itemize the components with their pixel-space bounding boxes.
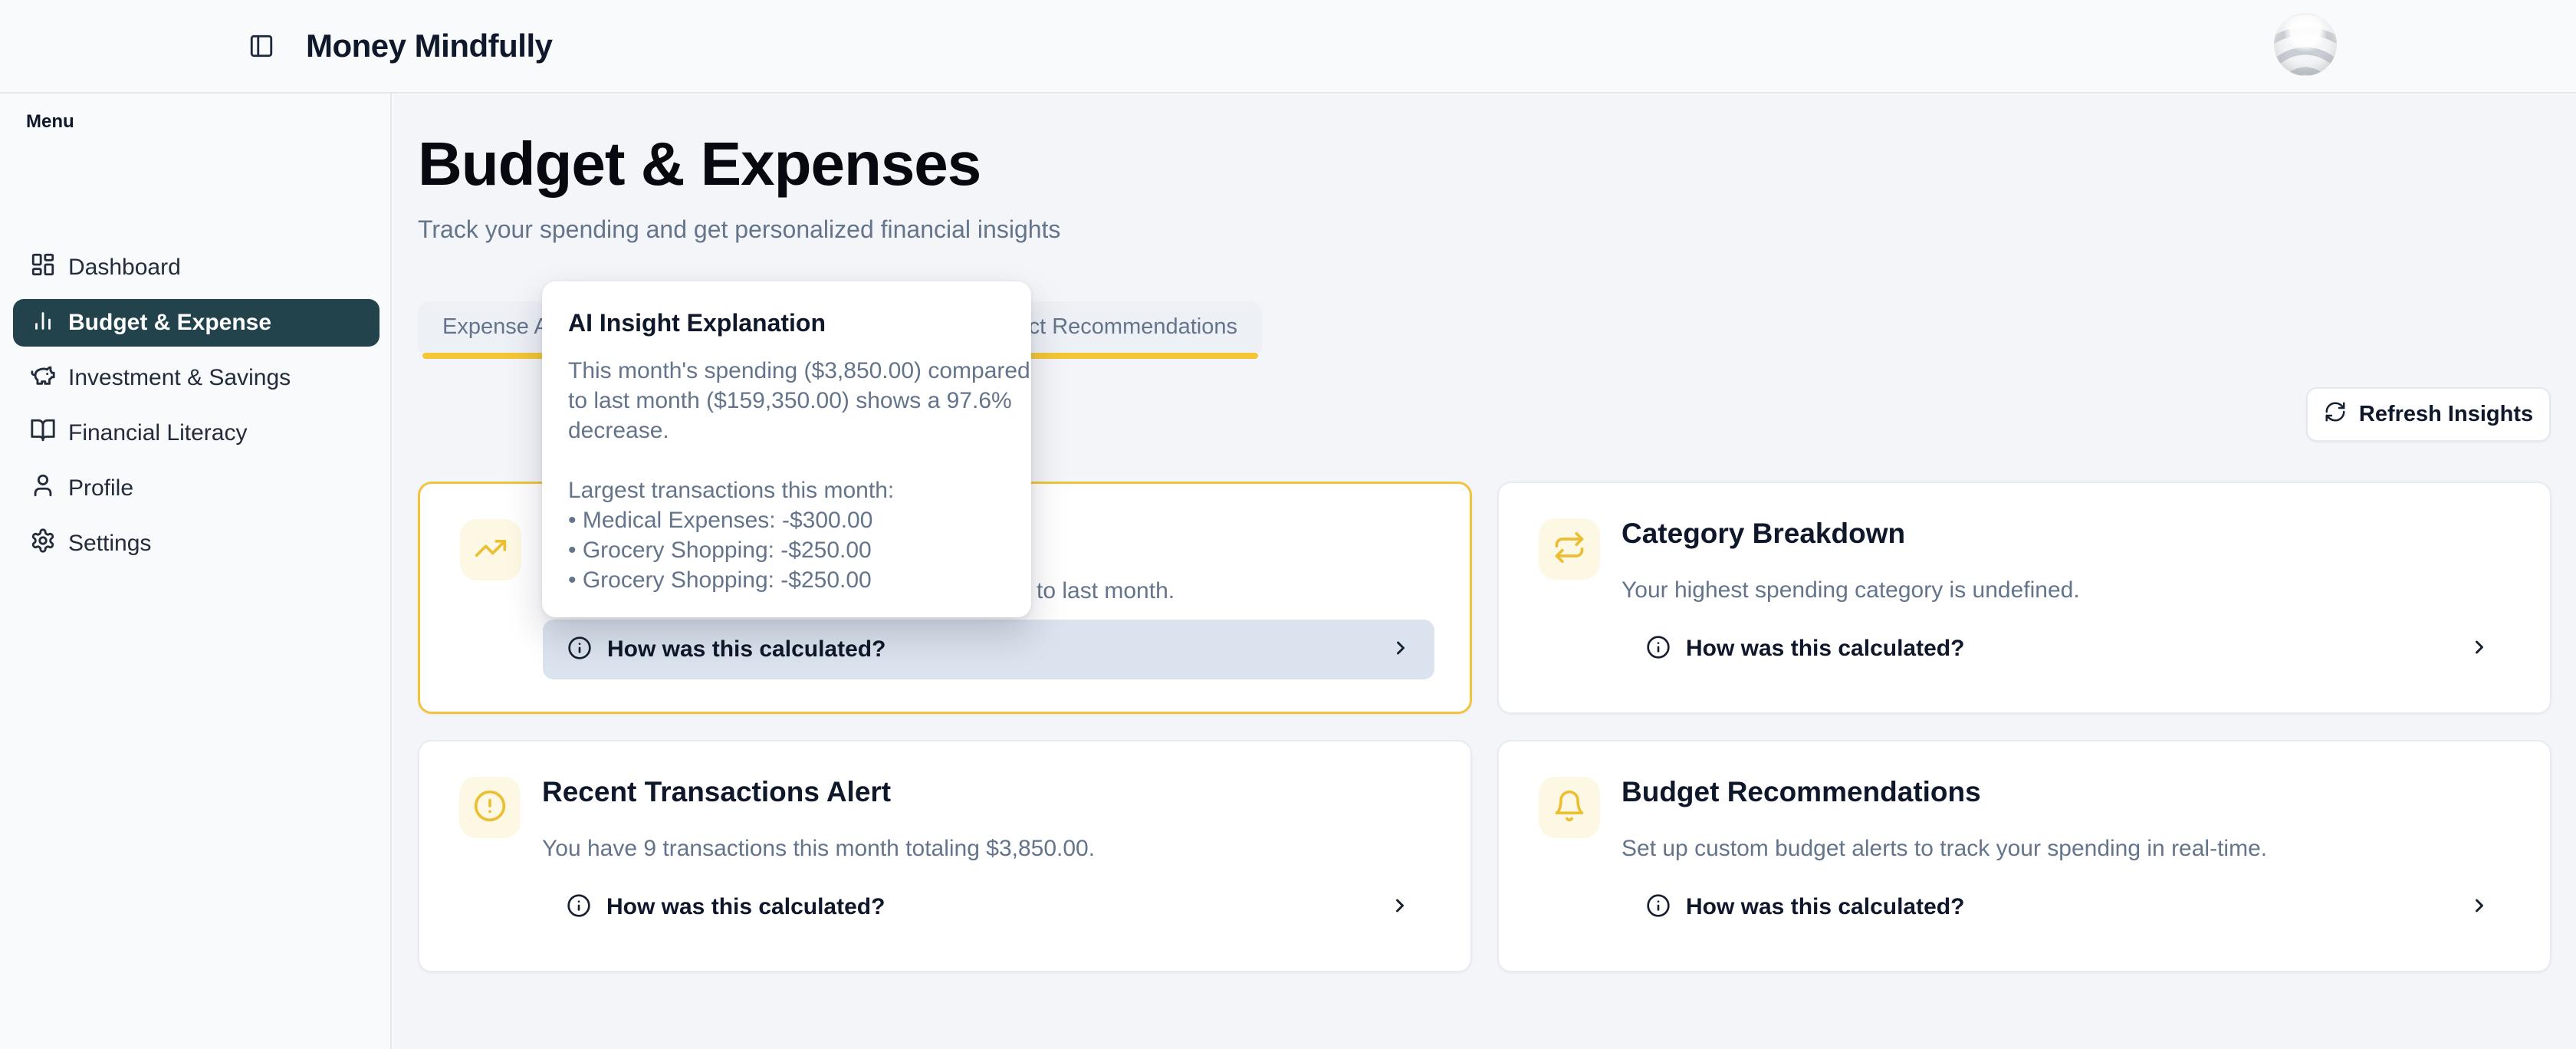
card-category-breakdown: Category Breakdown Your highest spending… — [1497, 482, 2551, 714]
sidebar-item-settings[interactable]: Settings — [13, 520, 380, 567]
chevron-right-icon — [1390, 637, 1411, 663]
sidebar-item-investment-savings[interactable]: Investment & Savings — [13, 354, 380, 402]
card-recent-transactions-alert: Recent Transactions Alert You have 9 tra… — [418, 740, 1472, 972]
refresh-insights-label: Refresh Insights — [2359, 402, 2533, 427]
app-header: Money Mindfully — [0, 0, 2576, 94]
card-icon-chip — [459, 777, 521, 838]
how-calculated-label: How was this calculated? — [1686, 894, 1964, 920]
card-icon-chip — [1539, 777, 1600, 838]
how-calculated-label: How was this calculated? — [1686, 636, 1964, 662]
info-icon — [1646, 893, 1671, 922]
how-calculated-label: How was this calculated? — [607, 636, 886, 663]
card-description-fragment: to last month. — [1037, 575, 1175, 607]
page-subtitle: Track your spending and get personalized… — [418, 212, 1060, 246]
card-description: Your highest spending category is undefi… — [1622, 574, 2080, 607]
sidebar-toggle-button[interactable] — [247, 32, 276, 61]
sidebar-item-dashboard[interactable]: Dashboard — [13, 244, 380, 291]
bar-chart-icon — [30, 307, 56, 339]
page-title: Budget & Expenses — [418, 127, 981, 201]
tab-expense-analysis[interactable]: Expense A — [442, 301, 549, 353]
alert-circle-icon — [473, 789, 507, 827]
card-description: Set up custom budget alerts to track you… — [1622, 833, 2267, 865]
tooltip-line: • Grocery Shopping: -$250.00 — [568, 565, 1005, 595]
ai-insight-tooltip: AI Insight Explanation This month's spen… — [542, 281, 1031, 617]
sidebar-item-label: Settings — [68, 531, 151, 557]
card-title: Budget Recommendations — [1622, 775, 1981, 809]
app-title: Money Mindfully — [306, 28, 553, 64]
tooltip-title: AI Insight Explanation — [568, 309, 1005, 337]
sidebar: Menu Dashboard Budget & Expense Investme… — [0, 94, 392, 1049]
sidebar-item-budget-expense[interactable]: Budget & Expense — [13, 299, 380, 347]
how-calculated-row[interactable]: How was this calculated? — [542, 877, 1434, 937]
gear-icon — [30, 528, 56, 560]
tooltip-spacer — [568, 446, 1005, 475]
tooltip-line: decrease. — [568, 416, 1005, 446]
info-icon — [567, 893, 591, 922]
tooltip-line: • Medical Expenses: -$300.00 — [568, 505, 1005, 535]
info-icon — [567, 636, 592, 664]
repeat-icon — [1552, 531, 1586, 568]
card-title: Recent Transactions Alert — [542, 775, 891, 809]
user-icon — [30, 472, 56, 505]
refresh-insights-button[interactable]: Refresh Insights — [2306, 387, 2551, 442]
refresh-icon — [2324, 400, 2347, 429]
card-description: You have 9 transactions this month total… — [542, 833, 1095, 865]
piggy-bank-icon — [30, 362, 56, 394]
card-icon-chip — [1539, 518, 1600, 580]
sidebar-item-label: Budget & Expense — [68, 310, 271, 336]
panel-left-icon — [248, 50, 274, 61]
how-calculated-label: How was this calculated? — [606, 894, 885, 920]
how-calculated-row[interactable]: How was this calculated? — [1622, 619, 2513, 679]
tab-recommendations[interactable]: ct Recommendations — [1029, 301, 1237, 353]
sidebar-section-label: Menu — [26, 111, 74, 133]
sidebar-item-financial-literacy[interactable]: Financial Literacy — [13, 409, 380, 457]
sidebar-item-label: Investment & Savings — [68, 365, 291, 391]
chevron-right-icon — [1389, 895, 1411, 920]
info-icon — [1646, 635, 1671, 663]
sidebar-item-label: Dashboard — [68, 255, 181, 281]
sidebar-item-profile[interactable]: Profile — [13, 465, 380, 512]
app-root: { "header": { "brand": "Money Mindfully"… — [0, 0, 2576, 1049]
card-title: Category Breakdown — [1622, 517, 1905, 551]
avatar[interactable] — [2274, 13, 2337, 76]
chevron-right-icon — [2469, 636, 2490, 662]
tooltip-line: • Grocery Shopping: -$250.00 — [568, 535, 1005, 565]
chevron-right-icon — [2469, 895, 2490, 920]
card-budget-recommendations: Budget Recommendations Set up custom bud… — [1497, 740, 2551, 972]
sidebar-item-label: Financial Literacy — [68, 420, 247, 446]
tooltip-line: This month's spending ($3,850.00) compar… — [568, 356, 1005, 386]
trending-up-icon — [474, 531, 508, 569]
book-open-icon — [30, 417, 56, 449]
how-calculated-row[interactable]: How was this calculated? — [1622, 877, 2513, 937]
how-calculated-row[interactable]: How was this calculated? — [543, 620, 1434, 679]
sidebar-item-label: Profile — [68, 475, 133, 501]
tooltip-line: to last month ($159,350.00) shows a 97.6… — [568, 386, 1005, 416]
layout-dashboard-icon — [30, 252, 56, 284]
bell-icon — [1552, 789, 1586, 827]
card-icon-chip — [460, 519, 521, 580]
tooltip-line: Largest transactions this month: — [568, 475, 1005, 505]
